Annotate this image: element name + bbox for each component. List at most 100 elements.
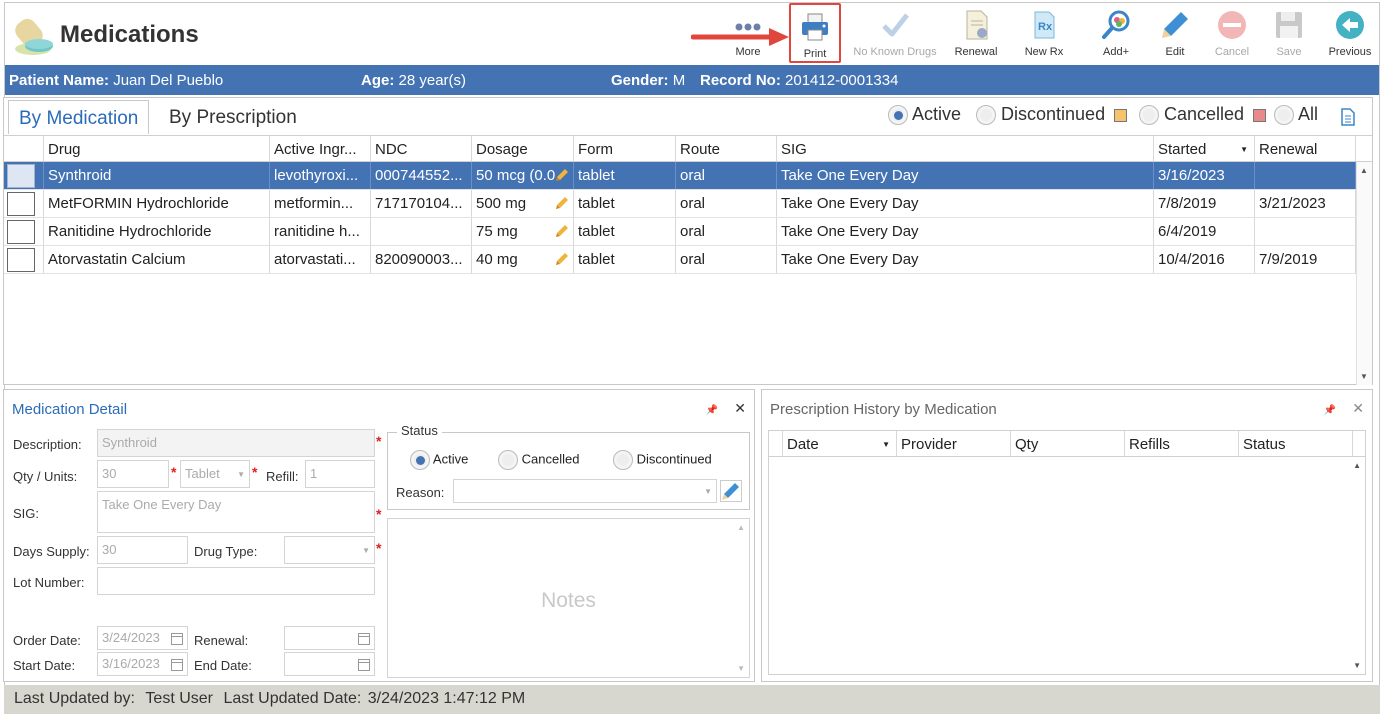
edit-dosage-icon[interactable]	[555, 224, 569, 238]
scroll-up-icon[interactable]: ▲	[1360, 166, 1368, 175]
save-button[interactable]: Save	[1267, 3, 1311, 63]
row-checkbox[interactable]	[7, 220, 35, 244]
filter-all-option[interactable]: All	[1274, 104, 1318, 126]
end-date-field[interactable]	[284, 652, 375, 676]
renewal-button[interactable]: Renewal	[949, 3, 1003, 63]
scroll-down-icon[interactable]: ▼	[1360, 372, 1368, 381]
tab-by-prescription[interactable]: By Prescription	[159, 100, 307, 134]
filter-cancelled-option[interactable]: Cancelled	[1139, 104, 1267, 126]
print-button[interactable]: Print	[789, 3, 841, 63]
column-header-sig[interactable]: SIG	[777, 136, 1154, 161]
status-discontinued-option[interactable]: Discontinued	[613, 450, 712, 470]
drug-type-select[interactable]: ▼	[284, 536, 375, 564]
start-date-field[interactable]: 3/16/2023	[97, 652, 188, 676]
notes-field[interactable]: Notes ▲ ▼	[387, 518, 750, 678]
form-cell: tablet	[574, 218, 676, 245]
units-value: Tablet	[185, 466, 220, 481]
grid-scrollbar[interactable]: ▲ ▼	[1356, 162, 1372, 385]
patient-name-value: Juan Del Pueblo	[113, 72, 224, 89]
more-button[interactable]: More	[727, 3, 769, 63]
column-header-form[interactable]: Form	[574, 136, 676, 161]
add-plus-button[interactable]: Add+	[1089, 3, 1143, 63]
filter-discontinued-radio[interactable]	[976, 105, 996, 126]
column-header-started[interactable]: Started ▼	[1154, 136, 1255, 161]
sig-cell: Take One Every Day	[777, 218, 1154, 245]
row-checkbox[interactable]	[7, 164, 35, 188]
start-date-label: Start Date:	[13, 658, 76, 673]
history-column-header-date[interactable]: Date ▼	[783, 431, 897, 456]
calendar-icon[interactable]	[171, 633, 183, 645]
status-cancelled-option[interactable]: Cancelled	[498, 450, 579, 470]
status-active-option[interactable]: Active	[410, 450, 468, 470]
edit-dosage-icon[interactable]	[555, 252, 569, 266]
scroll-down-icon[interactable]: ▼	[1353, 661, 1361, 670]
history-column-header-status[interactable]: Status	[1239, 431, 1353, 456]
close-icon[interactable]: ✕	[734, 400, 746, 416]
order-date-field[interactable]: 3/24/2023	[97, 626, 188, 650]
units-select[interactable]: Tablet ▼	[180, 460, 250, 488]
pin-icon[interactable]: 📌	[706, 405, 718, 416]
history-column-header-provider[interactable]: Provider	[897, 431, 1011, 456]
edit-reason-icon[interactable]	[720, 480, 742, 502]
history-column-header-qty[interactable]: Qty	[1011, 431, 1125, 456]
dosage-cell: 75 mg	[472, 218, 574, 245]
renewal-date-field[interactable]	[284, 626, 375, 650]
status-active-radio[interactable]	[410, 450, 430, 470]
table-row[interactable]: Atorvastatin Calcium atorvastati... 8200…	[4, 246, 1356, 274]
close-icon[interactable]: ✕	[1352, 400, 1364, 416]
medication-detail-title: Medication Detail	[12, 401, 128, 418]
column-header-ndc[interactable]: NDC	[371, 136, 472, 161]
scroll-up-icon[interactable]: ▲	[737, 523, 745, 532]
edit-dosage-icon[interactable]	[555, 168, 569, 182]
scroll-down-icon[interactable]: ▼	[737, 664, 745, 673]
table-row[interactable]: Synthroid levothyroxi... 000744552... 50…	[4, 162, 1356, 190]
status-discontinued-radio[interactable]	[613, 450, 633, 470]
days-supply-field[interactable]: 30	[97, 536, 188, 564]
previous-button[interactable]: Previous	[1321, 3, 1379, 63]
patient-gender-field: Gender: M	[611, 72, 685, 89]
calendar-icon[interactable]	[358, 633, 370, 645]
column-header-dosage[interactable]: Dosage	[472, 136, 574, 161]
filter-active-option[interactable]: Active	[888, 104, 961, 126]
no-known-drugs-button[interactable]: No Known Drugs	[847, 3, 943, 63]
svg-text:Rx: Rx	[1038, 21, 1053, 33]
table-row[interactable]: MetFORMIN Hydrochloride metformin... 717…	[4, 190, 1356, 218]
history-column-header-refills[interactable]: Refills	[1125, 431, 1239, 456]
lot-number-field[interactable]	[97, 567, 375, 595]
sig-field[interactable]: Take One Every Day	[97, 491, 375, 533]
days-supply-label: Days Supply:	[13, 544, 90, 559]
row-checkbox[interactable]	[7, 192, 35, 216]
filter-discontinued-option[interactable]: Discontinued	[976, 104, 1128, 126]
back-arrow-icon	[1336, 11, 1364, 39]
status-cancelled-radio[interactable]	[498, 450, 518, 470]
calendar-icon[interactable]	[358, 659, 370, 671]
description-field[interactable]: Synthroid	[97, 429, 375, 457]
filter-active-radio[interactable]	[888, 105, 908, 126]
required-marker: *	[376, 506, 382, 522]
pin-icon[interactable]: 📌	[1324, 405, 1336, 416]
table-row[interactable]: Ranitidine Hydrochloride ranitidine h...…	[4, 218, 1356, 246]
row-checkbox[interactable]	[7, 248, 35, 272]
column-header-renewal[interactable]: Renewal	[1255, 136, 1356, 161]
scroll-up-icon[interactable]: ▲	[1353, 461, 1361, 470]
refill-field[interactable]: 1	[305, 460, 375, 488]
calendar-icon[interactable]	[171, 659, 183, 671]
tab-by-medication[interactable]: By Medication	[8, 100, 150, 134]
column-header-active-ingredient[interactable]: Active Ingr...	[270, 136, 371, 161]
grid-header: Drug Active Ingr... NDC Dosage Form Rout…	[4, 135, 1372, 162]
dosage-value: 50 mcg (0.0	[476, 167, 556, 184]
magnifier-plus-icon	[1102, 10, 1130, 39]
new-rx-button[interactable]: Rx New Rx	[1017, 3, 1071, 63]
panel-controls: 📌 ✕	[1324, 400, 1364, 417]
edit-button[interactable]: Edit	[1153, 3, 1197, 63]
edit-dosage-icon[interactable]	[555, 196, 569, 210]
filter-all-radio[interactable]	[1274, 105, 1294, 126]
column-header-drug[interactable]: Drug	[44, 136, 270, 161]
cancel-button[interactable]: Cancel	[1209, 3, 1255, 63]
form-cell: tablet	[574, 162, 676, 189]
qty-field[interactable]: 30	[97, 460, 169, 488]
export-document-icon[interactable]	[1340, 108, 1356, 126]
filter-cancelled-radio[interactable]	[1139, 105, 1159, 126]
reason-select[interactable]: ▼	[453, 479, 717, 503]
column-header-route[interactable]: Route	[676, 136, 777, 161]
